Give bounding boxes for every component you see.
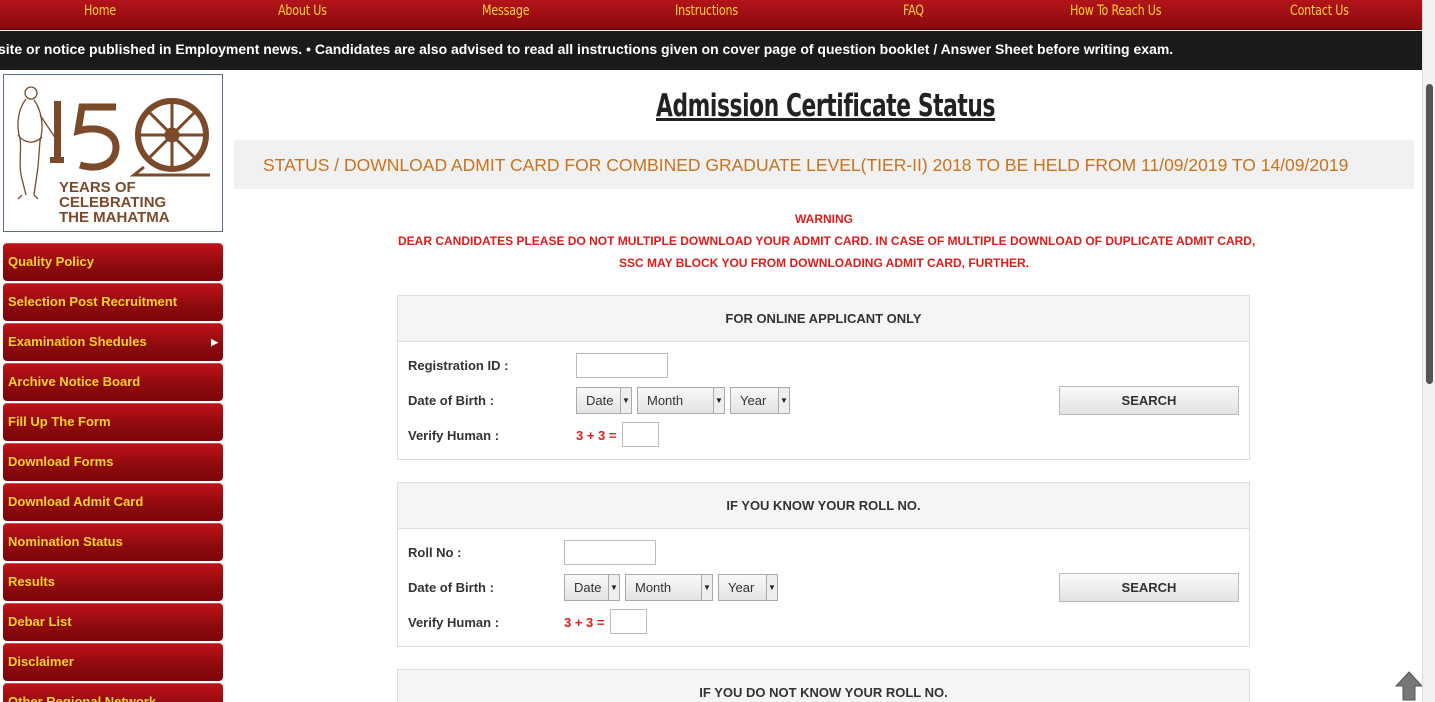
search-button[interactable]: SEARCH xyxy=(1059,386,1239,415)
nav-instructions[interactable]: Instructions xyxy=(675,0,738,28)
panel-heading: FOR ONLINE APPLICANT ONLY xyxy=(398,296,1249,342)
chevron-down-icon: ▼ xyxy=(713,388,724,413)
news-ticker: site or notice published in Employment n… xyxy=(0,31,1422,70)
sidebar-item-label: Examination Shedules xyxy=(8,334,147,349)
captcha-question: 3 + 3 = xyxy=(576,428,617,443)
sidebar-item-label: Nomination Status xyxy=(8,534,123,549)
sidebar-item-debar-list[interactable]: Debar List xyxy=(3,603,223,641)
panel-know-roll-no: IF YOU KNOW YOUR ROLL NO. Roll No : Date… xyxy=(397,482,1250,647)
nav-about-us[interactable]: About Us xyxy=(278,0,327,28)
panel-online-applicant: FOR ONLINE APPLICANT ONLY Registration I… xyxy=(397,295,1250,460)
sidebar-item-quality-policy[interactable]: Quality Policy xyxy=(3,243,223,281)
panel-heading: IF YOU DO NOT KNOW YOUR ROLL NO. xyxy=(398,670,1249,702)
sidebar-item-exam-schedules[interactable]: Examination Shedules ▶ xyxy=(3,323,223,361)
nav-message[interactable]: Message xyxy=(482,0,530,28)
verify-human-label: Verify Human : xyxy=(408,615,500,630)
captcha-input[interactable] xyxy=(622,422,659,447)
panel-heading: IF YOU KNOW YOUR ROLL NO. xyxy=(398,483,1249,529)
search-button[interactable]: SEARCH xyxy=(1059,573,1239,602)
warning-line2: SSC MAY BLOCK YOU FROM DOWNLOADING ADMIT… xyxy=(619,256,1029,270)
top-nav: Home About Us Message Instructions FAQ H… xyxy=(0,0,1422,30)
roll-no-label: Roll No : xyxy=(408,545,462,560)
ticker-text[interactable]: site or notice published in Employment n… xyxy=(0,41,1173,57)
page-root: Home About Us Message Instructions FAQ H… xyxy=(0,0,1435,702)
caret-right-icon: ▶ xyxy=(211,337,218,347)
sidebar-item-label: Other Regional Network xyxy=(8,694,157,702)
dob-month-select[interactable]: Month ▼ xyxy=(637,387,725,414)
select-value: Date xyxy=(574,580,602,595)
sidebar-item-disclaimer[interactable]: Disclaimer xyxy=(3,643,223,681)
sidebar-item-label: Fill Up The Form xyxy=(8,414,111,429)
dob-year-select[interactable]: Year ▼ xyxy=(730,387,790,414)
dob-label: Date of Birth : xyxy=(408,580,494,595)
dob-label: Date of Birth : xyxy=(408,393,494,408)
banner-text: STATUS / DOWNLOAD ADMIT CARD FOR COMBINE… xyxy=(263,155,1349,175)
sidebar-item-download-admit-card[interactable]: Download Admit Card xyxy=(3,483,223,521)
select-value: Month xyxy=(635,580,672,595)
page-scrollbar[interactable] xyxy=(1422,0,1435,702)
chevron-down-icon: ▼ xyxy=(778,388,789,413)
nav-how-to-reach-us[interactable]: How To Reach Us xyxy=(1070,0,1162,28)
logo-line3: THE MAHATMA xyxy=(59,209,170,226)
warning-line1: DEAR CANDIDATES PLEASE DO NOT MULTIPLE D… xyxy=(398,234,1256,248)
status-banner: STATUS / DOWNLOAD ADMIT CARD FOR COMBINE… xyxy=(234,140,1414,189)
chevron-down-icon: ▼ xyxy=(608,575,619,600)
nav-home[interactable]: Home xyxy=(84,0,116,28)
nav-contact-us[interactable]: Contact Us xyxy=(1290,0,1349,28)
dob-date-select[interactable]: Date ▼ xyxy=(576,387,632,414)
dob-date-select[interactable]: Date ▼ xyxy=(564,574,620,601)
captcha-question: 3 + 3 = xyxy=(564,615,605,630)
registration-id-label: Registration ID : xyxy=(408,358,509,373)
scroll-top-icon[interactable] xyxy=(1395,670,1423,702)
sidebar-item-archive-notice[interactable]: Archive Notice Board xyxy=(3,363,223,401)
sidebar-item-regional-network[interactable]: Other Regional Network xyxy=(3,683,223,702)
sidebar-item-nomination-status[interactable]: Nomination Status xyxy=(3,523,223,561)
page-title: Admission Certificate Status xyxy=(656,88,996,124)
chevron-down-icon: ▼ xyxy=(766,575,777,600)
sidebar-item-selection-post[interactable]: Selection Post Recruitment xyxy=(3,283,223,321)
select-value: Year xyxy=(728,580,755,595)
panel-unknown-roll-no: IF YOU DO NOT KNOW YOUR ROLL NO. xyxy=(397,669,1250,702)
chevron-down-icon: ▼ xyxy=(620,388,631,413)
sidebar-item-download-forms[interactable]: Download Forms xyxy=(3,443,223,481)
nav-faq[interactable]: FAQ xyxy=(903,0,924,28)
gandhi-150-logo: YEARS OF CELEBRATING THE MAHATMA xyxy=(3,74,223,232)
registration-id-input[interactable] xyxy=(576,353,668,378)
sidebar-item-label: Archive Notice Board xyxy=(8,374,141,389)
sidebar-item-label: Download Admit Card xyxy=(8,494,144,509)
sidebar-item-label: Debar List xyxy=(8,614,72,629)
verify-human-label: Verify Human : xyxy=(408,428,500,443)
sidebar-item-label: Results xyxy=(8,574,55,589)
select-value: Date xyxy=(586,393,614,408)
captcha-input[interactable] xyxy=(610,609,647,634)
select-value: Year xyxy=(740,393,767,408)
sidebar-item-label: Quality Policy xyxy=(8,254,94,269)
dob-year-select[interactable]: Year ▼ xyxy=(718,574,778,601)
select-value: Month xyxy=(647,393,684,408)
warning-heading: WARNING xyxy=(795,212,853,226)
sidebar-item-label: Selection Post Recruitment xyxy=(8,294,178,309)
sidebar-item-results[interactable]: Results xyxy=(3,563,223,601)
sidebar-item-fill-form[interactable]: Fill Up The Form xyxy=(3,403,223,441)
sidebar-item-label: Download Forms xyxy=(8,454,114,469)
scrollbar-thumb[interactable] xyxy=(1426,84,1433,384)
gandhi-figure-icon: YEARS OF CELEBRATING THE MAHATMA xyxy=(17,86,210,226)
sidebar-item-label: Disclaimer xyxy=(8,654,74,669)
chevron-down-icon: ▼ xyxy=(701,575,712,600)
roll-no-input[interactable] xyxy=(564,540,656,565)
dob-month-select[interactable]: Month ▼ xyxy=(625,574,713,601)
